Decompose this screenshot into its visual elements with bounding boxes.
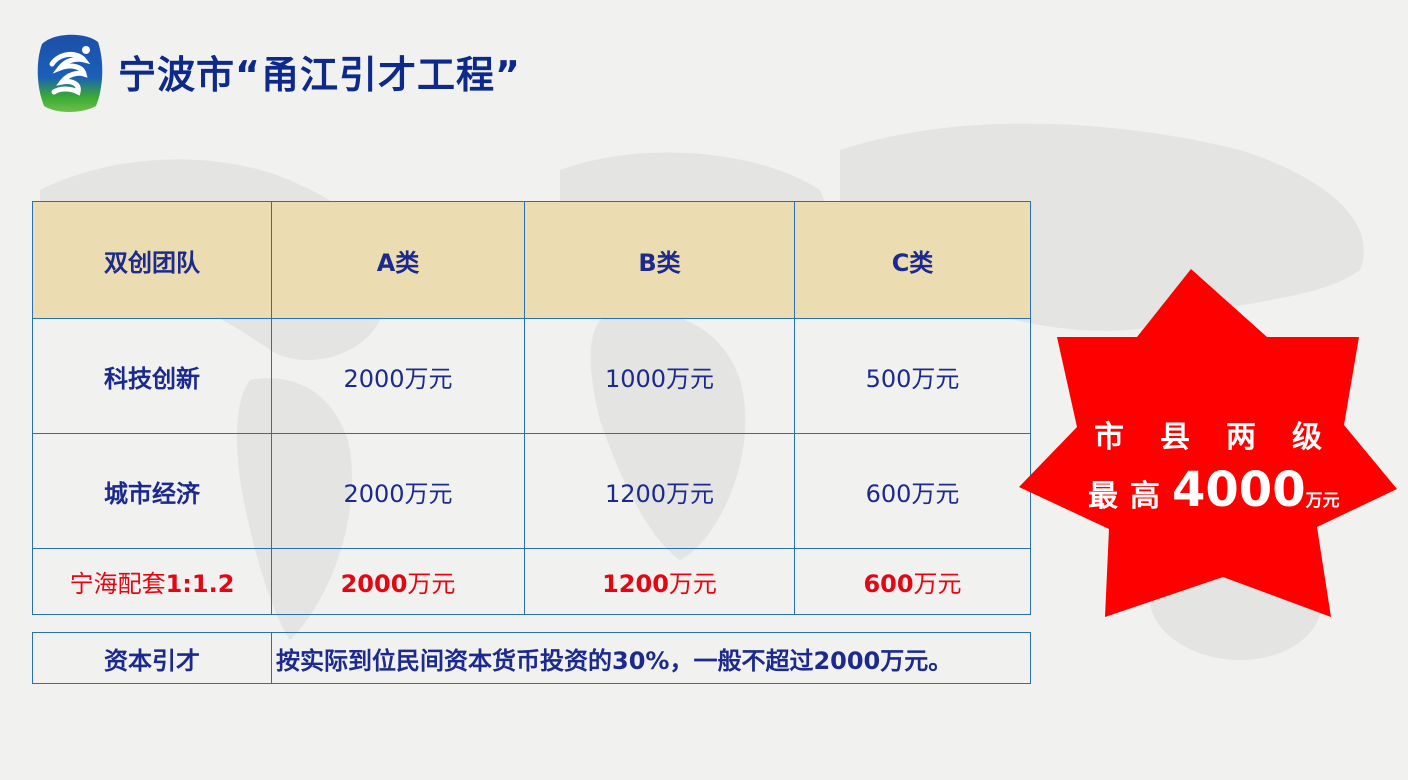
match-label-prefix: 宁海配套 bbox=[69, 570, 166, 598]
table-header-row: 双创团队 A类 B类 C类 bbox=[32, 201, 1031, 319]
ningbo-logo bbox=[37, 34, 103, 112]
cell-value: 1200万元 bbox=[524, 548, 795, 615]
table-row: 资本引才 按实际到位民间资本货币投资的30%，一般不超过2000万元。 bbox=[32, 632, 1031, 684]
amount-unit: 万元 bbox=[913, 570, 962, 598]
amount-unit: 万元 bbox=[668, 570, 717, 598]
header-cell-c: C类 bbox=[794, 201, 1031, 319]
table-row: 科技创新 2000万元 1000万元 500万元 bbox=[32, 318, 1031, 434]
cell-value: 500万元 bbox=[794, 318, 1031, 434]
header-cell-b: B类 bbox=[524, 201, 795, 319]
page-title: 宁波市“甬江引才工程” bbox=[118, 53, 521, 97]
star-char: 级 bbox=[1292, 420, 1322, 455]
star-text-line2: 最高4000万元 bbox=[1088, 462, 1340, 518]
amount-number: 2000 bbox=[340, 570, 408, 598]
star-char: 市 bbox=[1094, 420, 1124, 455]
star-unit: 万元 bbox=[1305, 491, 1340, 511]
cell-value: 2000万元 bbox=[271, 548, 525, 615]
cell-value: 600万元 bbox=[794, 433, 1031, 549]
cell-value: 2000万元 bbox=[271, 318, 525, 434]
grant-table: 双创团队 A类 B类 C类 科技创新 2000万元 1000万元 500万元 城… bbox=[32, 201, 1031, 615]
cell-value: 1000万元 bbox=[524, 318, 795, 434]
star-prefix: 最高 bbox=[1088, 479, 1172, 514]
header-cell-team: 双创团队 bbox=[32, 201, 272, 319]
amount-number: 600 bbox=[863, 570, 914, 598]
header-cell-a: A类 bbox=[271, 201, 525, 319]
star-char: 县 bbox=[1160, 420, 1190, 455]
table-row: 城市经济 2000万元 1200万元 600万元 bbox=[32, 433, 1031, 549]
cell-value: 1200万元 bbox=[524, 433, 795, 549]
star-char: 两 bbox=[1226, 420, 1256, 455]
capital-description: 按实际到位民间资本货币投资的30%，一般不超过2000万元。 bbox=[271, 632, 1031, 684]
star-amount: 4000 bbox=[1172, 462, 1306, 518]
capital-table: 资本引才 按实际到位民间资本货币投资的30%，一般不超过2000万元。 bbox=[32, 632, 1031, 684]
amount-number: 1200 bbox=[602, 570, 669, 598]
row-label: 科技创新 bbox=[32, 318, 272, 434]
cell-value: 600万元 bbox=[794, 548, 1031, 615]
row-label: 宁海配套1:1.2 bbox=[32, 548, 272, 615]
cell-value: 2000万元 bbox=[271, 433, 525, 549]
row-label: 城市经济 bbox=[32, 433, 272, 549]
star-text-line1: 市县两级 bbox=[1017, 412, 1399, 456]
amount-unit: 万元 bbox=[407, 570, 456, 598]
match-label-ratio: 1:1.2 bbox=[165, 570, 235, 598]
row-label: 资本引才 bbox=[32, 632, 272, 684]
table-row-match: 宁海配套1:1.2 2000万元 1200万元 600万元 bbox=[32, 548, 1031, 615]
